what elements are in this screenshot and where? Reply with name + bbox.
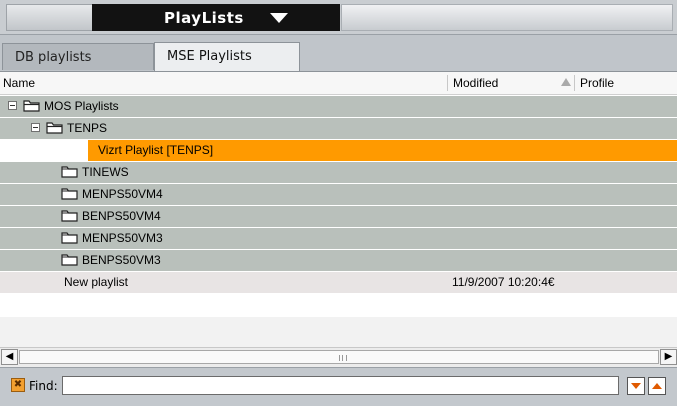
grip-icon (339, 355, 347, 361)
scroll-thumb[interactable] (19, 350, 659, 364)
tree-node-label: MENPS50VM4 (82, 187, 163, 201)
column-divider[interactable] (574, 75, 575, 91)
title-bar: PlayLists (0, 0, 677, 35)
open-folder-icon (23, 100, 40, 112)
arrow-up-icon (652, 383, 662, 389)
tree-node-label: BENPS50VM4 (82, 209, 161, 223)
tree-node-tenps[interactable]: TENPS (0, 117, 677, 139)
title-right-panel (341, 4, 673, 31)
title-left-panel (6, 4, 93, 31)
sort-ascending-icon (561, 78, 571, 86)
folder-icon (61, 232, 78, 244)
tree-node-folder[interactable]: TINEWS (0, 161, 677, 183)
column-profile[interactable]: Profile (580, 76, 614, 90)
folder-icon (61, 166, 78, 178)
open-folder-icon (46, 122, 63, 134)
horizontal-scrollbar[interactable]: ◀ ▶ (0, 347, 677, 367)
playlists-dropdown[interactable]: PlayLists (92, 4, 340, 31)
tree-node-label: TINEWS (82, 165, 129, 179)
window-title: PlayLists (164, 9, 244, 27)
find-label: Find: (29, 379, 58, 393)
tree-node-folder[interactable]: MENPS50VM4 (0, 183, 677, 205)
column-name[interactable]: Name (3, 76, 35, 90)
tree-node-label: MOS Playlists (44, 99, 119, 113)
tree-node-folder[interactable]: BENPS50VM3 (0, 249, 677, 271)
tree-node-label: TENPS (67, 121, 108, 135)
collapse-icon[interactable] (31, 123, 40, 132)
folder-icon (61, 254, 78, 266)
find-bar: ✖ Find: (0, 367, 677, 406)
column-modified[interactable]: Modified (453, 76, 498, 90)
find-next-button[interactable] (627, 377, 645, 395)
playlist-tree: MOS Playlists TENPS Vizrt Playlist [TENP… (0, 95, 677, 317)
column-divider[interactable] (447, 75, 448, 91)
scroll-left-button[interactable]: ◀ (1, 349, 18, 365)
find-input[interactable] (62, 376, 619, 395)
tree-node-mos-playlists[interactable]: MOS Playlists (0, 95, 677, 117)
folder-icon (61, 188, 78, 200)
folder-icon (61, 210, 78, 222)
dropdown-arrow-icon[interactable] (270, 13, 288, 23)
tab-mse-playlists[interactable]: MSE Playlists (154, 42, 300, 71)
tree-node-folder[interactable]: MENPS50VM3 (0, 227, 677, 249)
collapse-icon[interactable] (8, 101, 17, 110)
tree-node-vizrt-playlist[interactable]: Vizrt Playlist [TENPS] (0, 139, 677, 161)
find-previous-button[interactable] (648, 377, 666, 395)
column-header: Name Modified Profile (0, 72, 677, 95)
tree-node-new-playlist[interactable]: New playlist 11/9/2007 10:20:4€ (0, 271, 677, 293)
tree-node-label: BENPS50VM3 (82, 253, 161, 267)
arrow-down-icon (631, 383, 641, 389)
tree-node-folder[interactable]: BENPS50VM4 (0, 205, 677, 227)
tree-node-label: New playlist (64, 275, 129, 289)
tab-db-playlists[interactable]: DB playlists (2, 43, 154, 70)
tab-bar: DB playlists MSE Playlists (0, 35, 677, 72)
empty-list-area (0, 317, 677, 347)
modified-date: 11/9/2007 10:20:4€ (452, 275, 555, 289)
close-find-icon[interactable]: ✖ (11, 378, 25, 392)
scroll-right-button[interactable]: ▶ (660, 349, 677, 365)
tree-node-label: Vizrt Playlist [TENPS] (98, 143, 214, 157)
tree-node-label: MENPS50VM3 (82, 231, 163, 245)
